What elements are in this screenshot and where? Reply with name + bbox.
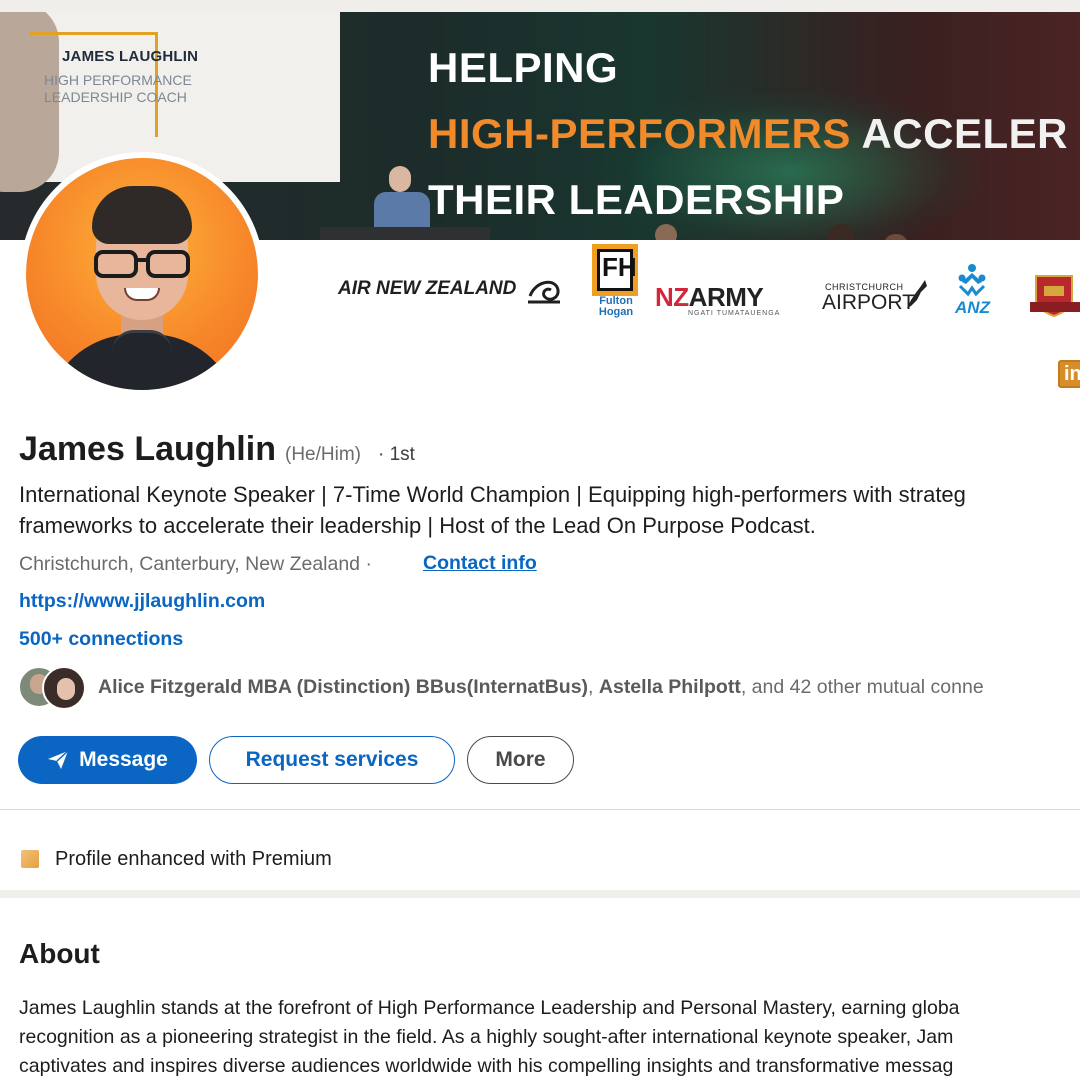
profile-avatar[interactable] bbox=[26, 158, 258, 390]
profile-card: JAMES LAUGHLIN HIGH PERFORMANCE LEADERSH… bbox=[0, 12, 1080, 890]
avatar-hair bbox=[92, 186, 192, 244]
glasses-icon bbox=[94, 250, 190, 278]
mutual-others-text: , and 42 other mutual conne bbox=[740, 676, 984, 698]
linkedin-premium-icon: in bbox=[1058, 360, 1080, 388]
banner-headline-line3: THEIR LEADERSHIP bbox=[428, 176, 845, 223]
about-title: About bbox=[19, 938, 100, 969]
premium-badge-text: in bbox=[1064, 363, 1080, 385]
connections-link[interactable]: 500+ connections bbox=[19, 628, 183, 651]
banner-screen-role-line2: LEADERSHIP COACH bbox=[44, 89, 187, 105]
banner-headline-line1: HELPING bbox=[428, 44, 619, 91]
about-line: recognition as a pioneering strategist i… bbox=[19, 1026, 954, 1048]
fulton-hogan-mark-text: FH bbox=[602, 252, 637, 282]
banner-screen-role: HIGH PERFORMANCE LEADERSHIP COACH bbox=[44, 72, 194, 106]
fulton-hogan-logo: FH Fulton Hogan bbox=[592, 244, 640, 318]
banner-screen-name: JAMES LAUGHLIN bbox=[62, 48, 199, 65]
connection-degree: · 1st bbox=[378, 444, 415, 465]
website-link[interactable]: https://www.jjlaughlin.com bbox=[19, 590, 265, 613]
profile-name: James Laughlin bbox=[19, 430, 276, 468]
about-line: James Laughlin stands at the forefront o… bbox=[19, 997, 960, 1019]
nz-army-logo-subtitle: NGATI TUMATAUENGA bbox=[688, 310, 781, 317]
request-services-button[interactable]: Request services bbox=[209, 736, 455, 784]
nz-army-logo-nz: NZ bbox=[655, 282, 689, 312]
anz-logo-text: ANZ bbox=[955, 298, 990, 317]
banner-headline-line2: HIGH-PERFORMERS ACCELER bbox=[428, 110, 1068, 158]
about-section: About James Laughlin stands at the foref… bbox=[0, 898, 1080, 1080]
mutual-connections[interactable]: Alice Fitzgerald MBA (Distinction) BBus(… bbox=[98, 676, 984, 699]
contact-info-link[interactable]: Contact info bbox=[423, 552, 537, 575]
more-button-label: More bbox=[495, 748, 546, 771]
request-services-label: Request services bbox=[245, 748, 419, 771]
banner-screen-role-line1: HIGH PERFORMANCE bbox=[44, 72, 192, 88]
fulton-hogan-text: Fulton Hogan bbox=[592, 296, 640, 318]
premium-icon bbox=[21, 850, 39, 868]
avatar-collar bbox=[112, 330, 172, 352]
premium-note: Profile enhanced with Premium bbox=[55, 848, 332, 870]
air-new-zealand-logo-text: AIR NEW ZEALAND bbox=[338, 278, 517, 299]
profile-headline-line2: frameworks to accelerate their leadershi… bbox=[19, 512, 816, 538]
profile-headline-line1: International Keynote Speaker | 7-Time W… bbox=[19, 482, 966, 507]
mutual-avatar[interactable] bbox=[42, 666, 86, 710]
message-button-label: Message bbox=[79, 748, 168, 771]
banner-lectern bbox=[320, 227, 490, 240]
section-divider bbox=[0, 809, 1080, 810]
nz-army-logo: NZARMY bbox=[655, 282, 764, 313]
message-button[interactable]: Message bbox=[18, 736, 197, 784]
mutual-connection-name[interactable]: Astella Philpott bbox=[599, 676, 741, 698]
koru-icon bbox=[528, 280, 560, 304]
banner-speaker-head bbox=[389, 166, 411, 192]
mutual-connection-name[interactable]: Alice Fitzgerald MBA (Distinction) BBus(… bbox=[98, 676, 588, 698]
christchurch-airport-logo-line2: AIRPORT bbox=[822, 291, 915, 314]
nz-army-logo-army: ARMY bbox=[688, 282, 764, 312]
anz-people-icon bbox=[958, 264, 986, 297]
mutual-avatar-face bbox=[57, 678, 75, 700]
banner-headline-highlight: HIGH-PERFORMERS bbox=[428, 110, 851, 157]
profile-location: Christchurch, Canterbury, New Zealand · bbox=[19, 553, 372, 575]
banner-audience-head bbox=[655, 224, 677, 240]
anz-logo: ANZ bbox=[950, 262, 995, 318]
canterbury-crest-icon bbox=[1030, 275, 1080, 318]
about-line: captivates and inspires diverse audience… bbox=[19, 1055, 954, 1077]
banner-headline-line2-rest: ACCELER bbox=[850, 110, 1068, 157]
profile-pronouns: (He/Him) bbox=[285, 444, 361, 465]
send-icon bbox=[48, 750, 69, 769]
about-text: James Laughlin stands at the forefront o… bbox=[19, 994, 1080, 1080]
profile-headline: International Keynote Speaker | 7-Time W… bbox=[19, 480, 1080, 541]
more-button[interactable]: More bbox=[467, 736, 574, 784]
mutual-separator: , bbox=[588, 676, 599, 698]
south-island-icon bbox=[907, 280, 927, 308]
fulton-hogan-text-line2: Hogan bbox=[598, 306, 634, 318]
